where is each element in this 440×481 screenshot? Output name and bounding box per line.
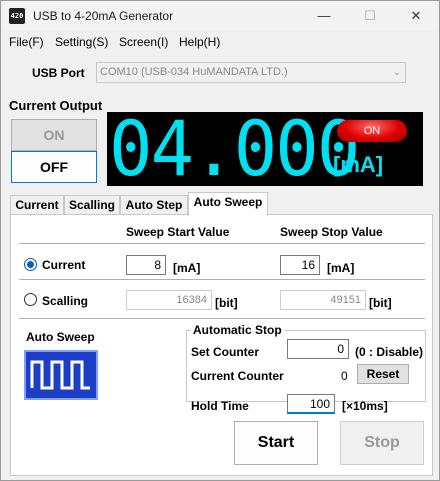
display-unit: [mA] bbox=[333, 152, 384, 177]
divider bbox=[19, 243, 425, 244]
start-button[interactable]: Start bbox=[234, 421, 318, 465]
title-bar: 420 USB to 4-20mA Generator — ☐ ✕ bbox=[1, 1, 439, 31]
tab-scalling[interactable]: Scalling bbox=[64, 195, 120, 215]
sweep-start-current-unit: [mA] bbox=[173, 261, 201, 275]
sweep-stop-current-unit: [mA] bbox=[327, 261, 355, 275]
menu-file[interactable]: File(F) bbox=[9, 35, 44, 49]
output-off-button[interactable]: OFF bbox=[11, 151, 97, 183]
sweep-stop-header: Sweep Stop Value bbox=[280, 225, 383, 239]
maximize-button[interactable]: ☐ bbox=[347, 1, 393, 31]
set-counter-label: Set Counter bbox=[191, 345, 260, 359]
reset-button[interactable]: Reset bbox=[357, 364, 409, 384]
current-radio[interactable] bbox=[24, 258, 37, 271]
hold-time-input[interactable]: 100 bbox=[287, 394, 335, 414]
chevron-down-icon: ⌄ bbox=[392, 67, 401, 78]
auto-sweep-panel: Sweep Start Value Sweep Stop Value Curre… bbox=[10, 214, 433, 476]
scalling-radio[interactable] bbox=[24, 293, 37, 306]
app-logo-icon: 420 bbox=[9, 8, 25, 24]
automatic-stop-title: Automatic Stop bbox=[191, 323, 284, 337]
current-counter-label: Current Counter bbox=[191, 369, 284, 383]
window-title: USB to 4-20mA Generator bbox=[33, 9, 174, 23]
menu-bar: File(F) Setting(S) Screen(I) Help(H) bbox=[1, 32, 439, 52]
menu-setting[interactable]: Setting(S) bbox=[55, 35, 108, 49]
auto-sweep-label: Auto Sweep bbox=[26, 330, 95, 344]
current-output-title: Current Output bbox=[9, 98, 103, 113]
display-digits: 04.000 bbox=[109, 104, 360, 193]
sweep-start-scalling-unit: [bit] bbox=[215, 296, 238, 310]
sweep-start-scalling-input[interactable]: 16384 bbox=[126, 290, 212, 310]
divider bbox=[19, 318, 425, 319]
menu-help[interactable]: Help(H) bbox=[179, 35, 220, 49]
sweep-start-current-input[interactable]: 8 bbox=[126, 255, 166, 275]
scalling-radio-label: Scalling bbox=[42, 294, 89, 308]
output-on-indicator: ON bbox=[337, 120, 407, 142]
menu-screen[interactable]: Screen(I) bbox=[119, 35, 168, 49]
app-window: 420 USB to 4-20mA Generator — ☐ ✕ File(F… bbox=[0, 0, 440, 481]
usb-port-select[interactable]: COM10 (USB-034 HuMANDATA LTD.) ⌄ bbox=[96, 62, 406, 83]
tab-current[interactable]: Current bbox=[10, 195, 64, 215]
set-counter-hint: (0 : Disable) bbox=[355, 345, 424, 359]
tab-auto-step[interactable]: Auto Step bbox=[120, 195, 188, 215]
tab-auto-sweep[interactable]: Auto Sweep bbox=[188, 192, 268, 216]
usb-port-label: USB Port bbox=[32, 66, 85, 80]
close-button[interactable]: ✕ bbox=[393, 1, 439, 31]
usb-port-selected-value: COM10 (USB-034 HuMANDATA LTD.) bbox=[100, 66, 288, 78]
set-counter-input[interactable]: 0 bbox=[287, 339, 349, 359]
sweep-stop-scalling-input[interactable]: 49151 bbox=[280, 290, 366, 310]
current-display: 04.000 ON [mA] bbox=[107, 104, 423, 193]
automatic-stop-group: Automatic Stop Set Counter 0 (0 : Disabl… bbox=[186, 323, 426, 402]
output-on-button[interactable]: ON bbox=[11, 119, 97, 151]
minimize-button[interactable]: — bbox=[301, 1, 347, 31]
sweep-stop-current-input[interactable]: 16 bbox=[280, 255, 320, 275]
sweep-start-header: Sweep Start Value bbox=[126, 225, 230, 239]
hold-time-label: Hold Time bbox=[191, 399, 249, 413]
hold-time-unit: [×10ms] bbox=[342, 399, 388, 413]
sweep-stop-scalling-unit: [bit] bbox=[369, 296, 392, 310]
current-counter-value: 0 bbox=[341, 369, 348, 383]
current-radio-label: Current bbox=[42, 258, 86, 272]
square-wave-icon bbox=[24, 350, 98, 400]
divider bbox=[19, 279, 425, 280]
stop-button[interactable]: Stop bbox=[340, 421, 424, 465]
